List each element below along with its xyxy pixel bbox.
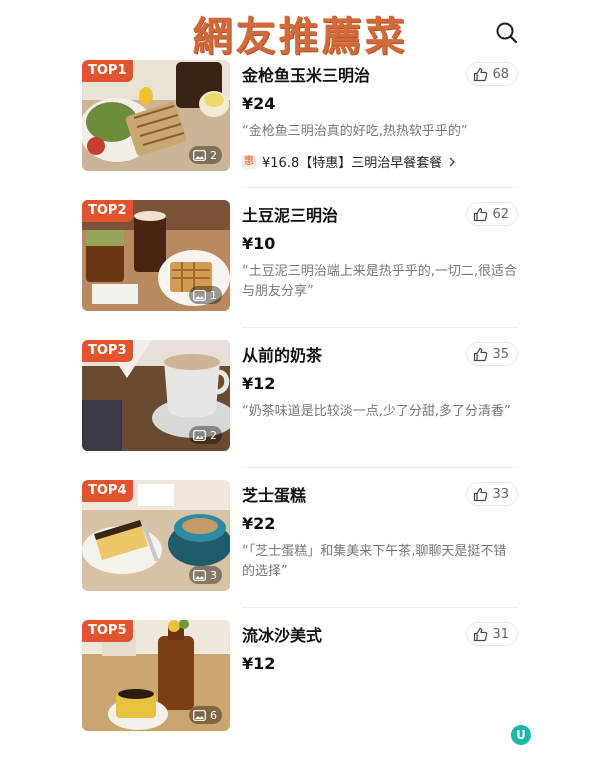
divider: [242, 467, 518, 468]
image-icon: [193, 709, 206, 721]
rank-badge: TOP2: [82, 200, 133, 222]
image-count: 2: [189, 426, 222, 444]
image-icon: [193, 289, 206, 301]
like-count: 68: [492, 66, 509, 82]
like-button[interactable]: 35: [466, 342, 518, 366]
thumbs-up-icon: [474, 347, 488, 361]
dish-name[interactable]: 从前的奶茶: [242, 342, 322, 366]
rank-badge: TOP3: [82, 340, 133, 362]
rank-badge: TOP5: [82, 620, 133, 642]
deal-link[interactable]: 惠 ¥16.8【特惠】三明治早餐套餐: [242, 152, 456, 171]
dish-review: “奶茶味道是比较淡一点,少了分甜,多了分清香”: [242, 404, 511, 419]
like-count: 35: [492, 346, 509, 362]
chevron-right-icon: [449, 157, 456, 166]
image-icon: [193, 149, 206, 161]
list-item[interactable]: TOP3 2 从前的奶茶 35 ¥12 “奶茶味道是比较淡一点,少了分甜,多了分…: [82, 340, 518, 480]
like-button[interactable]: 31: [466, 622, 518, 646]
search-icon[interactable]: [494, 20, 520, 46]
dish-photo[interactable]: TOP4 3: [82, 480, 230, 591]
like-count: 62: [492, 206, 509, 222]
divider: [242, 607, 518, 608]
image-icon: [193, 569, 206, 581]
list-item[interactable]: TOP4 3 芝士蛋糕 33 ¥22 “「芝士蛋糕」和集美来下午茶,聊聊天是挺不…: [82, 480, 518, 620]
thumbs-up-icon: [474, 487, 488, 501]
dish-list: TOP1 2 金枪鱼玉米三明治 68 ¥24 “金枪鱼三明治真的好吃,热热软乎乎…: [82, 60, 518, 760]
like-button[interactable]: 62: [466, 202, 518, 226]
dish-photo[interactable]: TOP5 6: [82, 620, 230, 731]
dish-photo[interactable]: TOP2 1: [82, 200, 230, 311]
divider: [242, 187, 518, 188]
thumbs-up-icon: [474, 207, 488, 221]
list-item[interactable]: TOP5 6 流冰沙美式 31 ¥12: [82, 620, 518, 760]
dish-price: ¥22: [242, 514, 276, 533]
dish-price: ¥24: [242, 94, 276, 113]
rank-badge: TOP1: [82, 60, 133, 82]
like-count: 31: [492, 626, 509, 642]
dish-review: “「芝士蛋糕」和集美来下午茶,聊聊天是挺不错的选择”: [242, 544, 507, 579]
dish-price: ¥12: [242, 654, 276, 673]
like-button[interactable]: 68: [466, 62, 518, 86]
dish-photo[interactable]: TOP3 2: [82, 340, 230, 451]
dish-name[interactable]: 金枪鱼玉米三明治: [242, 62, 370, 86]
image-count-value: 2: [210, 148, 217, 162]
image-count-value: 3: [210, 568, 217, 582]
watermark-logo: U: [511, 725, 531, 745]
divider: [242, 327, 518, 328]
dish-price: ¥12: [242, 374, 276, 393]
page-header: 網友推薦菜: [0, 0, 600, 60]
image-count: 3: [189, 566, 222, 584]
deal-tag: 惠: [242, 154, 256, 169]
list-item[interactable]: TOP2 1 土豆泥三明治 62 ¥10 “土豆泥三明治端上来是热乎乎的,一切二…: [82, 200, 518, 340]
list-item[interactable]: TOP1 2 金枪鱼玉米三明治 68 ¥24 “金枪鱼三明治真的好吃,热热软乎乎…: [82, 60, 518, 200]
dish-review: “土豆泥三明治端上来是热乎乎的,一切二,很适合与朋友分享”: [242, 264, 517, 299]
image-count-value: 2: [210, 428, 217, 442]
image-count-value: 6: [210, 708, 217, 722]
like-button[interactable]: 33: [466, 482, 518, 506]
image-count: 6: [189, 706, 222, 724]
dish-name[interactable]: 流冰沙美式: [242, 622, 322, 646]
dish-photo[interactable]: TOP1 2: [82, 60, 230, 171]
deal-text: ¥16.8【特惠】三明治早餐套餐: [262, 156, 443, 171]
image-count: 1: [189, 286, 222, 304]
thumbs-up-icon: [474, 67, 488, 81]
image-count-value: 1: [210, 288, 217, 302]
dish-review: “金枪鱼三明治真的好吃,热热软乎乎的”: [242, 124, 468, 139]
image-icon: [193, 429, 206, 441]
thumbs-up-icon: [474, 627, 488, 641]
dish-name[interactable]: 土豆泥三明治: [242, 202, 338, 226]
like-count: 33: [492, 486, 509, 502]
rank-badge: TOP4: [82, 480, 133, 502]
image-count: 2: [189, 146, 222, 164]
dish-price: ¥10: [242, 234, 276, 253]
dish-name[interactable]: 芝士蛋糕: [242, 482, 306, 506]
